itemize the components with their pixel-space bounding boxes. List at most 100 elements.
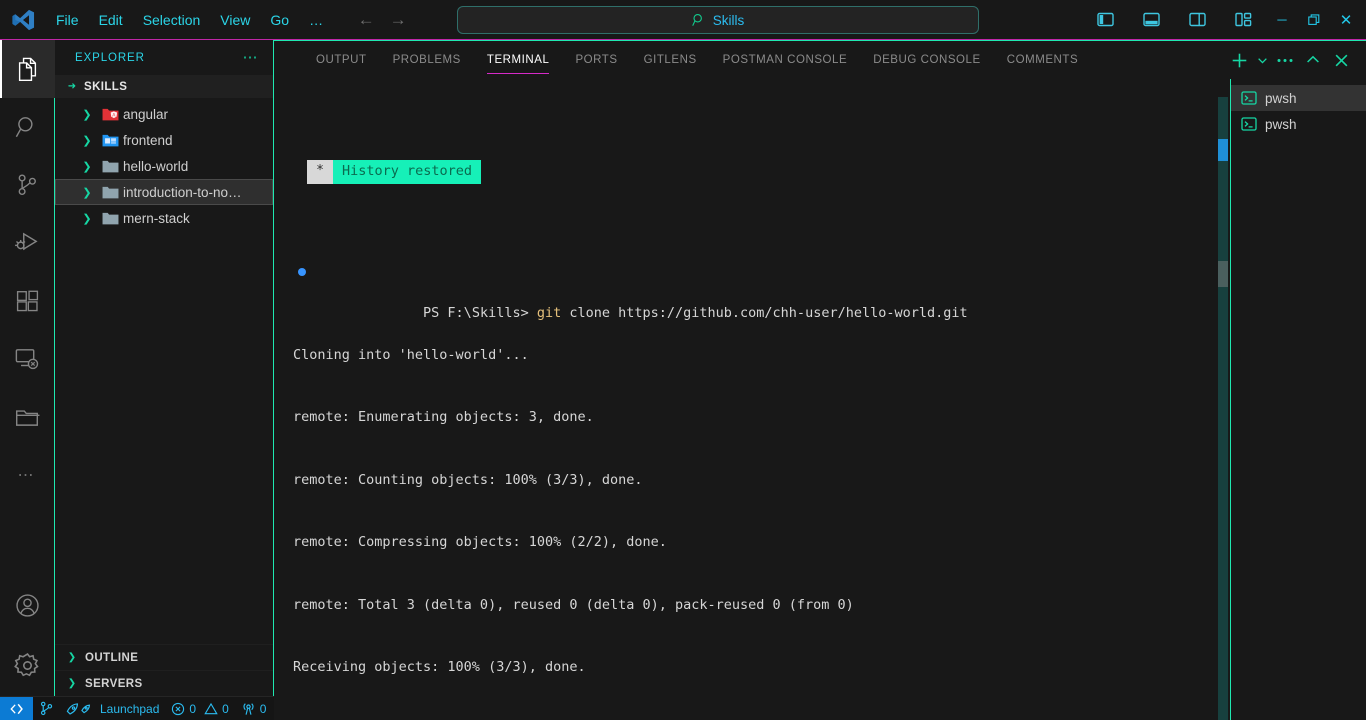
chevron-right-icon: ❯	[65, 652, 79, 663]
close-icon[interactable]: ✕	[1330, 5, 1362, 35]
new-terminal-icon[interactable]	[1226, 47, 1252, 73]
tree-item-angular[interactable]: ❯ A angular	[55, 101, 273, 127]
menu-overflow-ellipsis[interactable]: …	[299, 8, 333, 32]
status-launchpad-label: Launchpad	[100, 702, 159, 716]
restore-icon[interactable]	[1298, 5, 1330, 35]
menu-selection[interactable]: Selection	[133, 8, 211, 32]
tree-item-introduction-to-node[interactable]: ❯ introduction-to-no…	[55, 179, 273, 205]
tab-label: PROBLEMS	[393, 54, 461, 66]
command-center[interactable]: Skills	[457, 6, 979, 34]
menu-go[interactable]: Go	[260, 8, 299, 32]
file-tree: ❯ A angular ❯	[55, 98, 273, 644]
source-control-icon	[39, 701, 54, 716]
terminal-line: remote: Enumerating objects: 3, done.	[293, 407, 1230, 428]
tree-item-hello-world[interactable]: ❯ hello-world	[55, 153, 273, 179]
sidebar-item-source-control[interactable]	[0, 156, 55, 214]
terminal-scrollbar[interactable]	[1216, 79, 1230, 720]
terminal-tab-pwsh-2[interactable]: pwsh	[1231, 111, 1366, 137]
sidebar-item-run-and-debug[interactable]	[0, 214, 55, 272]
radio-tower-icon	[241, 702, 256, 716]
explorer-sidebar: EXPLORER ⋯ ➜ SKILLS ❯ A a	[55, 40, 274, 696]
close-panel-icon[interactable]	[1328, 47, 1354, 73]
status-source-control[interactable]	[33, 697, 60, 720]
gear-icon[interactable]	[0, 634, 55, 696]
accounts-button[interactable]	[0, 576, 55, 634]
tab-label: OUTPUT	[316, 54, 367, 66]
tab-output[interactable]: OUTPUT	[303, 41, 380, 79]
customize-layout-icon[interactable]	[1220, 5, 1266, 35]
folder-angular-icon: A	[97, 107, 123, 122]
tab-comments[interactable]: COMMENTS	[994, 41, 1091, 79]
tree-item-label: hello-world	[123, 159, 188, 174]
arrow-right-icon[interactable]: →	[387, 9, 409, 31]
command-success-marker	[298, 268, 306, 276]
history-star-marker: *	[307, 160, 333, 184]
menu-edit[interactable]: Edit	[89, 8, 133, 32]
scrollbar-command-marker	[1218, 139, 1228, 161]
terminal-viewport[interactable]: * History restored PS F:\Skills> git clo…	[274, 79, 1230, 720]
toggle-panel-icon[interactable]	[1128, 5, 1174, 35]
explorer-root-section[interactable]: ➜ SKILLS	[55, 75, 273, 98]
tab-terminal[interactable]: TERMINAL	[474, 41, 563, 79]
sidebar-footer-sections: ❯ OUTLINE ❯ SERVERS	[55, 644, 273, 696]
tab-gitlens[interactable]: GITLENS	[631, 41, 710, 79]
command-center-text: Skills	[713, 13, 745, 28]
sidebar-item-explorer[interactable]	[0, 40, 55, 98]
terminal-line: Cloning into 'hello-world'...	[293, 345, 1230, 366]
toggle-primary-sidebar-icon[interactable]	[1082, 5, 1128, 35]
sidebar-item-extensions[interactable]	[0, 272, 55, 330]
sidebar-item-search[interactable]	[0, 98, 55, 156]
sidebar-section-outline[interactable]: ❯ OUTLINE	[55, 644, 273, 670]
tree-item-mern-stack[interactable]: ❯ mern-stack	[55, 205, 273, 231]
terminal-tab-pwsh-1[interactable]: pwsh	[1231, 85, 1366, 111]
arrow-left-icon[interactable]: ←	[355, 9, 377, 31]
chevron-right-icon: ❯	[77, 160, 97, 173]
maximize-panel-chevron-up-icon[interactable]	[1300, 47, 1326, 73]
status-ports-count: 0	[260, 702, 267, 716]
tab-label: TERMINAL	[487, 54, 550, 66]
chevron-right-icon: ❯	[77, 134, 97, 147]
menu-view[interactable]: View	[210, 8, 260, 32]
toggle-secondary-sidebar-icon[interactable]	[1174, 5, 1220, 35]
title-bar-right: ─ ✕	[1082, 5, 1366, 35]
status-problems[interactable]: 0 0	[165, 697, 234, 720]
panel-views-ellipsis-icon[interactable]	[1272, 47, 1298, 73]
scrollbar-thumb[interactable]	[1218, 261, 1228, 287]
title-bar: File Edit Selection View Go … ← → Skills	[0, 0, 1366, 40]
terminal-powershell-icon	[1241, 117, 1257, 131]
menu-file[interactable]: File	[46, 8, 89, 32]
tab-postman-console[interactable]: POSTMAN CONSOLE	[710, 41, 861, 79]
sidebar-item-additional-views[interactable]: ⋯	[0, 446, 55, 504]
minimize-icon[interactable]: ─	[1266, 5, 1298, 35]
sidebar-item-remote-explorer[interactable]	[0, 330, 55, 388]
tab-ports[interactable]: PORTS	[562, 41, 630, 79]
activity-bar: ⋯	[0, 40, 55, 696]
status-launchpad[interactable]: Launchpad	[60, 697, 165, 720]
panel-body: * History restored PS F:\Skills> git clo…	[274, 79, 1366, 720]
scrollbar-track	[1218, 97, 1228, 720]
explorer-root-label: SKILLS	[84, 81, 127, 93]
status-remote-indicator[interactable]	[0, 697, 33, 720]
tab-debug-console[interactable]: DEBUG CONSOLE	[860, 41, 993, 79]
ellipsis-icon[interactable]: ⋯	[243, 54, 260, 62]
launchpad-rocket-icon	[66, 702, 96, 716]
terminal-line: Receiving objects: 100% (3/3), done.	[293, 657, 1230, 678]
history-restored-text: History restored	[333, 160, 481, 184]
terminal-profile-chevron-down-icon[interactable]	[1254, 47, 1270, 73]
terminal-output: * History restored PS F:\Skills> git clo…	[274, 79, 1230, 720]
tab-label: PORTS	[575, 54, 617, 66]
folder-icon	[97, 211, 123, 226]
sidebar-section-servers[interactable]: ❯ SERVERS	[55, 670, 273, 696]
tab-problems[interactable]: PROBLEMS	[380, 41, 474, 79]
sidebar-item-project-manager[interactable]	[0, 388, 55, 446]
terminal-command-keyword: git	[537, 305, 561, 321]
terminal-tab-label: pwsh	[1265, 117, 1297, 132]
status-ports-forwarded[interactable]: 0	[235, 697, 273, 720]
ellipsis-icon: ⋯	[18, 465, 37, 485]
vscode-logo-icon	[0, 8, 46, 32]
tree-item-label: angular	[123, 107, 168, 122]
status-error-count: 0	[189, 702, 196, 716]
bottom-panel: OUTPUT PROBLEMS TERMINAL PORTS GITLENS P…	[274, 40, 1366, 720]
tree-item-frontend[interactable]: ❯ frontend	[55, 127, 273, 153]
terminal-tabs-list: pwsh pwsh	[1230, 79, 1366, 720]
